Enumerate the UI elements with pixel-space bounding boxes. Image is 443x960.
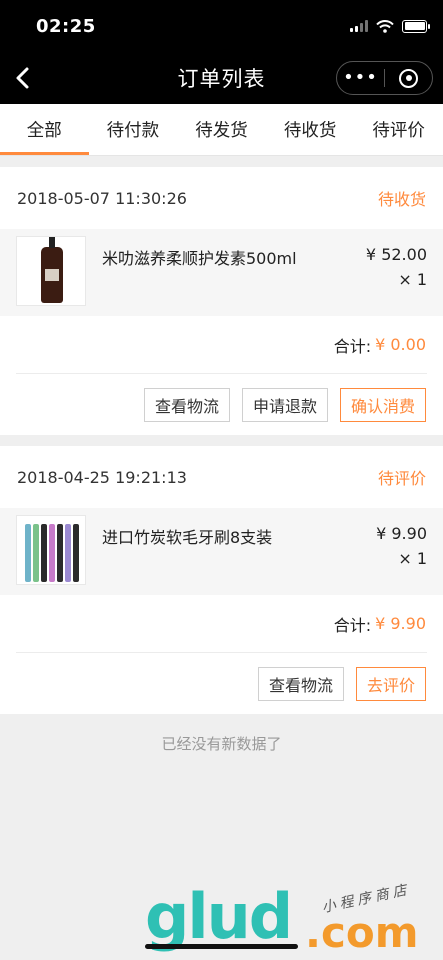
miniprogram-capsule: ••• (336, 61, 433, 95)
order-actions: 查看物流 申请退款 确认消费 (0, 374, 443, 435)
order-date: 2018-04-25 19:21:13 (17, 467, 187, 487)
product-price: ¥ 9.90 (376, 524, 427, 543)
order-total: 合计: ¥ 9.90 (16, 595, 427, 653)
tab-all[interactable]: 全部 (0, 104, 89, 155)
product-name: 米叻滋养柔顺护发素500ml (102, 249, 297, 268)
home-indicator[interactable] (145, 944, 298, 949)
product-image (16, 236, 86, 306)
app-screen: 02:25 订单列表 ••• 全部 待付款 待发货 待收货 待评价 2018-0… (0, 0, 443, 960)
back-arrow-icon[interactable] (10, 64, 38, 92)
tab-pending-payment[interactable]: 待付款 (89, 104, 178, 155)
tab-pending-shipment[interactable]: 待发货 (177, 104, 266, 155)
order-date: 2018-05-07 11:30:26 (17, 188, 187, 208)
more-dots-icon: ••• (343, 67, 378, 88)
watermark-text: glud (145, 880, 293, 953)
signal-icon (350, 20, 368, 32)
order-header: 2018-04-25 19:21:13 待评价 (0, 446, 443, 508)
tab-pending-review[interactable]: 待评价 (354, 104, 443, 155)
request-refund-button[interactable]: 申请退款 (241, 387, 328, 422)
watermark-subtitle: 小程序商店 (320, 881, 412, 917)
status-time: 02:25 (36, 15, 96, 37)
page-title: 订单列表 (177, 67, 266, 91)
view-logistics-button[interactable]: 查看物流 (257, 666, 344, 701)
confirm-consumption-button[interactable]: 确认消费 (339, 387, 426, 422)
nav-bar: 订单列表 ••• (0, 52, 443, 104)
product-price-block: ¥ 52.00 × 1 (366, 236, 427, 309)
system-icons (350, 19, 430, 33)
wifi-icon (376, 19, 394, 33)
view-logistics-button[interactable]: 查看物流 (143, 387, 230, 422)
order-item[interactable]: 进口竹炭软毛牙刷8支装 ¥ 9.90 × 1 (0, 508, 443, 595)
tab-pending-receipt[interactable]: 待收货 (266, 104, 355, 155)
order-item[interactable]: 米叻滋养柔顺护发素500ml ¥ 52.00 × 1 (0, 229, 443, 316)
product-quantity: × 1 (398, 549, 427, 568)
order-header: 2018-05-07 11:30:26 待收货 (0, 167, 443, 229)
status-bar: 02:25 (0, 0, 443, 52)
total-amount: ¥ 0.00 (375, 335, 426, 354)
order-total: 合计: ¥ 0.00 (16, 316, 427, 374)
product-price-block: ¥ 9.90 × 1 (376, 515, 427, 588)
total-amount: ¥ 9.90 (375, 614, 426, 633)
target-close-icon (399, 68, 418, 88)
order-actions: 查看物流 去评价 (0, 653, 443, 714)
product-price: ¥ 52.00 (365, 245, 427, 264)
watermark-domain: .com (305, 908, 419, 957)
no-more-data-tip: 已经没有新数据了 (161, 735, 282, 753)
close-miniprogram-button[interactable] (385, 62, 432, 94)
total-label: 合计: (333, 336, 372, 356)
total-label: 合计: (333, 615, 372, 635)
order-status: 待收货 (377, 190, 426, 209)
order-tabs: 全部 待付款 待发货 待收货 待评价 (0, 104, 443, 156)
battery-icon (402, 19, 430, 33)
write-review-button[interactable]: 去评价 (355, 666, 426, 701)
order-status: 待评价 (377, 469, 426, 488)
product-image (16, 515, 86, 585)
product-name: 进口竹炭软毛牙刷8支装 (102, 528, 273, 547)
order-card: 2018-04-25 19:21:13 待评价 进口竹炭软毛牙刷8支装 ¥ 9.… (0, 446, 443, 714)
product-quantity: × 1 (398, 270, 427, 289)
order-card: 2018-05-07 11:30:26 待收货 米叻滋养柔顺护发素500ml ¥… (0, 167, 443, 435)
more-button[interactable]: ••• (337, 62, 384, 94)
